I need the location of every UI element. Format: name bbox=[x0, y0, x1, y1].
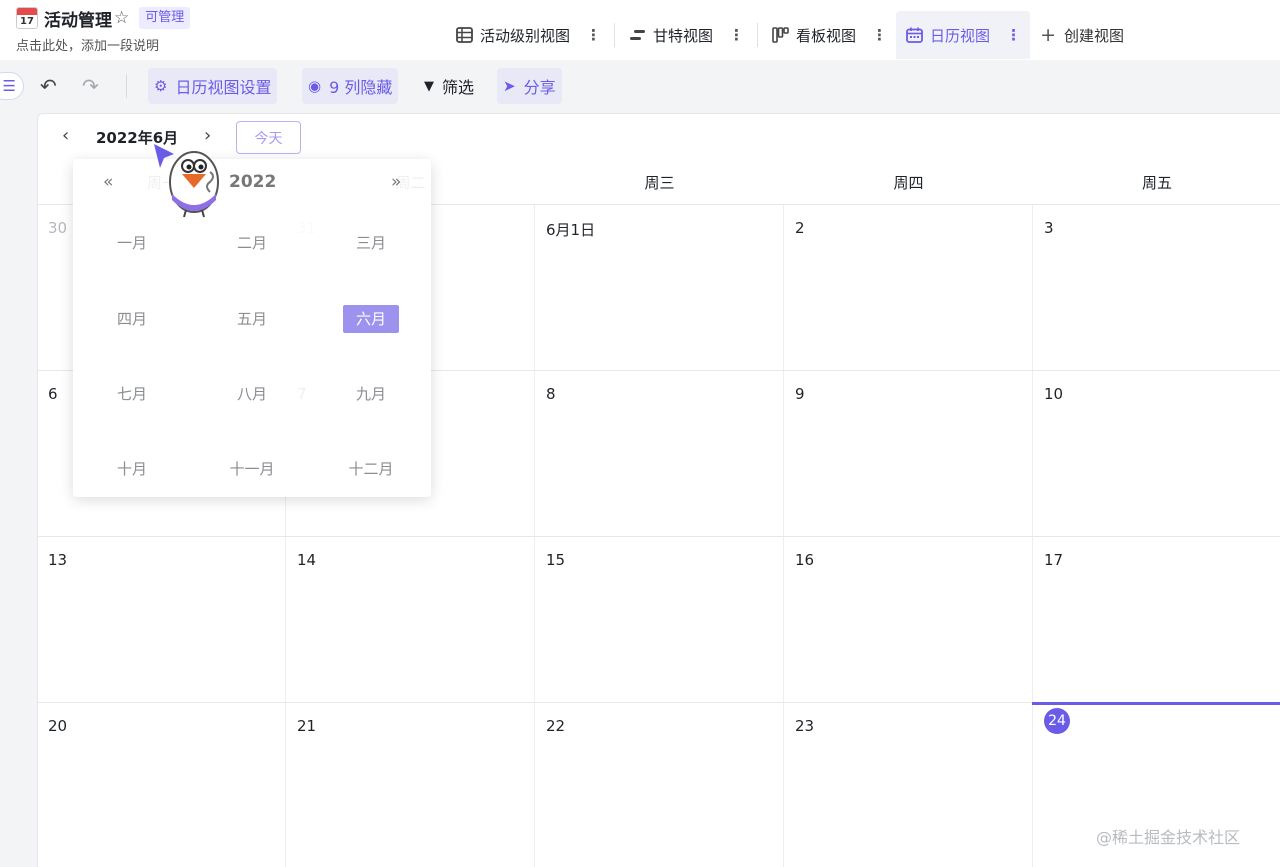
month-option[interactable]: 九月 bbox=[343, 380, 399, 408]
month-option[interactable]: 一月 bbox=[104, 229, 160, 257]
day-cell-date[interactable]: 13 bbox=[48, 551, 67, 569]
redo-icon[interactable]: ↷ bbox=[82, 74, 99, 98]
more-vertical-icon[interactable]: ⋮ bbox=[872, 26, 887, 44]
create-view-button[interactable]: + 创建视图 bbox=[1030, 11, 1134, 59]
day-cell-date[interactable]: 6 bbox=[48, 385, 58, 403]
day-cell-date[interactable]: 9 bbox=[795, 385, 805, 403]
weekday-label: 周五 bbox=[1141, 174, 1172, 192]
today-date[interactable]: 24 bbox=[1044, 708, 1070, 734]
picker-year[interactable]: 2022 bbox=[229, 172, 276, 192]
double-chevron-left-icon[interactable]: « bbox=[103, 172, 113, 192]
weekday-label: 周四 bbox=[893, 174, 924, 192]
mascot-cursor-icon bbox=[154, 144, 219, 218]
filter-label: 筛选 bbox=[442, 78, 475, 97]
chevron-left-icon[interactable]: ‹ bbox=[62, 125, 69, 146]
day-cell-date[interactable]: 8 bbox=[546, 385, 556, 403]
share-label: 分享 bbox=[523, 78, 556, 97]
tab-divider bbox=[757, 23, 759, 47]
day-cell-date[interactable]: 15 bbox=[546, 551, 565, 569]
tab-label: 活动级别视图 bbox=[480, 26, 571, 45]
day-cell-date[interactable]: 21 bbox=[297, 717, 316, 735]
create-view-label: 创建视图 bbox=[1063, 26, 1124, 45]
calendar-settings-button[interactable]: ⚙ 日历视图设置 bbox=[148, 68, 278, 104]
expand-sidebar-icon: ☰ bbox=[2, 77, 16, 95]
more-vertical-icon[interactable]: ⋮ bbox=[729, 26, 744, 44]
month-option[interactable]: 十月 bbox=[104, 455, 160, 483]
header: 17 活动管理 ☆ 可管理 点击此处，添加一段说明 活动级别视图 ⋮ 甘特视图 bbox=[0, 0, 1280, 60]
tab-activity-level-view[interactable]: 活动级别视图 ⋮ bbox=[446, 11, 610, 59]
kanban-icon bbox=[772, 27, 789, 43]
month-option[interactable]: 七月 bbox=[104, 380, 160, 408]
tab-divider bbox=[614, 23, 616, 47]
month-option[interactable]: 三月 bbox=[343, 229, 399, 257]
day-cell-date[interactable]: 20 bbox=[48, 717, 67, 735]
toolbar: ☰ ↶ ↷ ⚙ 日历视图设置 ◉ 9 列隐藏 ▼ 筛选 ➤ 分享 bbox=[0, 60, 1280, 112]
month-option[interactable]: 十二月 bbox=[343, 455, 399, 483]
month-option[interactable]: 四月 bbox=[104, 305, 160, 333]
watermark: @稀土掘金技术社区 bbox=[1096, 828, 1241, 847]
star-icon[interactable]: ☆ bbox=[114, 8, 129, 28]
grid-line bbox=[38, 536, 1280, 537]
hidden-columns-label: 9 列隐藏 bbox=[329, 78, 393, 97]
tab-kanban-view[interactable]: 看板视图 ⋮ bbox=[762, 11, 896, 59]
day-cell-date[interactable]: 3 bbox=[1044, 219, 1054, 237]
gear-icon: ⚙ bbox=[154, 77, 168, 95]
month-option[interactable]: 十一月 bbox=[224, 455, 280, 483]
double-chevron-right-icon[interactable]: » bbox=[391, 172, 401, 192]
more-vertical-icon[interactable]: ⋮ bbox=[586, 26, 601, 44]
page-title[interactable]: 活动管理 bbox=[44, 6, 112, 31]
day-cell-date[interactable]: 30 bbox=[48, 219, 67, 237]
toolbar-divider bbox=[126, 74, 127, 98]
day-cell-date[interactable]: 14 bbox=[297, 551, 316, 569]
tab-label: 看板视图 bbox=[796, 26, 857, 45]
eye-icon: ◉ bbox=[308, 77, 322, 95]
title-area: 17 活动管理 ☆ 可管理 点击此处，添加一段说明 bbox=[16, 6, 191, 54]
today-button[interactable]: 今天 bbox=[236, 121, 301, 154]
day-cell-date[interactable]: 23 bbox=[795, 717, 814, 735]
day-cell-date[interactable]: 2 bbox=[795, 219, 805, 237]
day-cell-date[interactable]: 10 bbox=[1044, 385, 1063, 403]
day-cell-date[interactable]: 16 bbox=[795, 551, 814, 569]
tab-gantt-view[interactable]: 甘特视图 ⋮ bbox=[619, 11, 753, 59]
view-tabs: 活动级别视图 ⋮ 甘特视图 ⋮ 看板视图 ⋮ 日历视图 ⋮ + 创建视图 bbox=[446, 11, 1134, 59]
calendar-settings-label: 日历视图设置 bbox=[175, 78, 272, 97]
calendar-icon bbox=[906, 27, 923, 43]
table-icon bbox=[456, 27, 473, 43]
calendar-emoji-icon: 17 bbox=[16, 7, 38, 29]
filter-icon: ▼ bbox=[424, 78, 434, 94]
sidebar-toggle-button[interactable]: ☰ bbox=[0, 72, 24, 100]
hidden-columns-button[interactable]: ◉ 9 列隐藏 bbox=[302, 68, 399, 104]
day-cell-date[interactable]: 17 bbox=[1044, 551, 1063, 569]
month-option[interactable]: 五月 bbox=[224, 305, 280, 333]
month-picker-header: « 2022 » bbox=[73, 159, 431, 205]
month-option[interactable]: 二月 bbox=[224, 229, 280, 257]
month-picker: « 2022 » 一月 二月 三月 四月 五月 六月 七月 八月 九月 十月 十… bbox=[73, 159, 431, 497]
more-vertical-icon[interactable]: ⋮ bbox=[1006, 26, 1021, 44]
send-icon: ➤ bbox=[503, 77, 516, 95]
description-placeholder[interactable]: 点击此处，添加一段说明 bbox=[16, 35, 190, 54]
month-option-selected[interactable]: 六月 bbox=[343, 305, 399, 333]
day-cell-date[interactable]: 22 bbox=[546, 717, 565, 735]
month-option[interactable]: 八月 bbox=[224, 380, 280, 408]
day-cell-date[interactable]: 6月1日 bbox=[546, 219, 595, 240]
undo-icon[interactable]: ↶ bbox=[40, 74, 57, 98]
tab-label: 甘特视图 bbox=[653, 26, 714, 45]
gantt-icon bbox=[630, 30, 646, 40]
weekday-label: 周三 bbox=[644, 174, 675, 192]
filter-button[interactable]: ▼ 筛选 bbox=[418, 68, 480, 104]
tab-label: 日历视图 bbox=[930, 26, 991, 45]
tab-calendar-view[interactable]: 日历视图 ⋮ bbox=[896, 11, 1031, 59]
permission-badge: 可管理 bbox=[139, 7, 191, 29]
today-indicator bbox=[1032, 702, 1280, 705]
plus-icon: + bbox=[1040, 24, 1056, 46]
share-button[interactable]: ➤ 分享 bbox=[497, 68, 562, 104]
